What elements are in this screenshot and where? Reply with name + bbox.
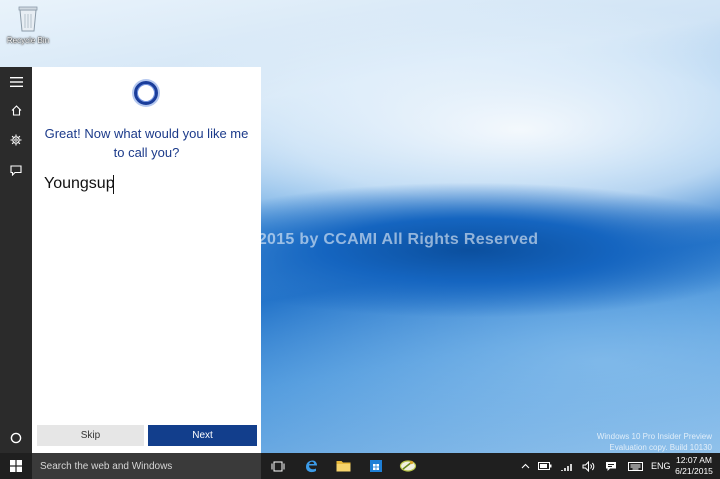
skip-button[interactable]: Skip	[37, 425, 144, 446]
taskbar-search-input[interactable]	[32, 453, 261, 479]
home-button[interactable]	[0, 95, 32, 125]
text-caret	[113, 175, 114, 194]
gear-icon	[10, 134, 22, 146]
pinned-app-icon	[399, 460, 417, 472]
windows-logo-icon	[10, 460, 22, 472]
task-view-button[interactable]	[265, 453, 291, 479]
edge-button[interactable]	[298, 453, 324, 479]
store-button[interactable]	[363, 453, 389, 479]
clock-time: 12:07 AM	[676, 455, 712, 465]
feedback-button[interactable]	[0, 155, 32, 185]
hamburger-menu-icon	[9, 77, 23, 87]
file-explorer-button[interactable]	[330, 453, 356, 479]
next-button[interactable]: Next	[148, 425, 257, 446]
name-input[interactable]	[44, 173, 249, 195]
insider-build-notice: Windows 10 Pro Insider Preview Evaluatio…	[597, 431, 712, 453]
cortana-button[interactable]	[0, 423, 32, 453]
settings-button[interactable]	[0, 125, 32, 155]
taskbar: ENG 12:07 AM 6/21/2015	[0, 453, 720, 479]
notification-icon	[606, 461, 616, 471]
recycle-bin-shortcut[interactable]: Recycle Bin	[4, 4, 52, 45]
cortana-panel: Great! Now what would you like me to cal…	[32, 67, 261, 453]
recycle-bin-icon	[17, 4, 39, 32]
wifi-icon	[560, 463, 572, 471]
action-center-button[interactable]	[598, 453, 624, 479]
start-button[interactable]	[0, 453, 32, 479]
speaker-icon	[582, 460, 594, 472]
insider-line-1: Windows 10 Pro Insider Preview	[596, 432, 712, 441]
edge-icon	[306, 460, 317, 473]
cortana-circle-icon	[10, 432, 22, 444]
task-view-icon	[271, 461, 285, 471]
cortana-prompt: Great! Now what would you like me to cal…	[44, 126, 249, 160]
file-explorer-icon	[336, 461, 350, 472]
cortana-rail	[0, 67, 32, 453]
input-language-indicator[interactable]: ENG	[651, 453, 671, 479]
chevron-up-icon	[521, 463, 529, 469]
home-icon	[11, 104, 21, 116]
insider-line-2: Evaluation copy. Build 10130	[609, 443, 712, 452]
keyboard-icon	[627, 461, 643, 471]
taskbar-clock[interactable]: 12:07 AM 6/21/2015	[672, 455, 716, 477]
feedback-icon	[10, 164, 22, 176]
cortana-logo-icon	[134, 81, 158, 105]
hamburger-menu-button[interactable]	[0, 67, 32, 97]
touch-keyboard-button[interactable]	[622, 453, 648, 479]
store-icon	[370, 460, 382, 472]
battery-icon	[538, 462, 552, 470]
recycle-bin-label: Recycle Bin	[6, 36, 50, 45]
clock-date: 6/21/2015	[675, 466, 713, 476]
pinned-app-button[interactable]	[395, 453, 421, 479]
